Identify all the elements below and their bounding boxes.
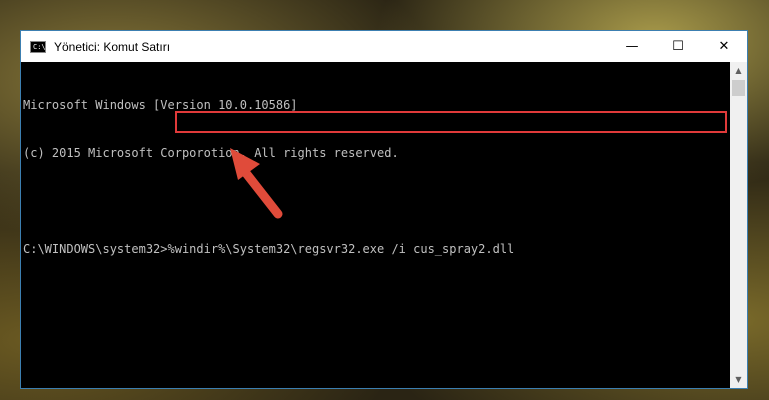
vertical-scrollbar[interactable]: ▲ ▼ <box>730 62 747 388</box>
command-highlight-box <box>175 111 727 133</box>
scroll-down-icon[interactable]: ▼ <box>730 371 747 388</box>
window-title: Yönetici: Komut Satırı <box>54 39 171 54</box>
arrow-pointer-icon <box>230 148 283 219</box>
command-prompt-window: C:\ Yönetici: Komut Satırı — ☐ ✕ Microso… <box>20 30 748 389</box>
cmd-icon: C:\ <box>30 40 46 53</box>
maximize-button[interactable]: ☐ <box>655 31 701 62</box>
window-controls: — ☐ ✕ <box>609 31 747 62</box>
console-command-line: C:\WINDOWS\system32>%windir%\System32\re… <box>23 242 515 256</box>
cmd-icon-text: C:\ <box>33 42 46 51</box>
title-bar[interactable]: C:\ Yönetici: Komut Satırı — ☐ ✕ <box>21 31 747 62</box>
minimize-button[interactable]: — <box>609 31 655 62</box>
scroll-thumb[interactable] <box>732 80 745 96</box>
close-button[interactable]: ✕ <box>701 31 747 62</box>
scroll-up-icon[interactable]: ▲ <box>730 62 747 79</box>
console-line: (c) 2015 Microsoft Corporotion. All righ… <box>23 146 399 160</box>
